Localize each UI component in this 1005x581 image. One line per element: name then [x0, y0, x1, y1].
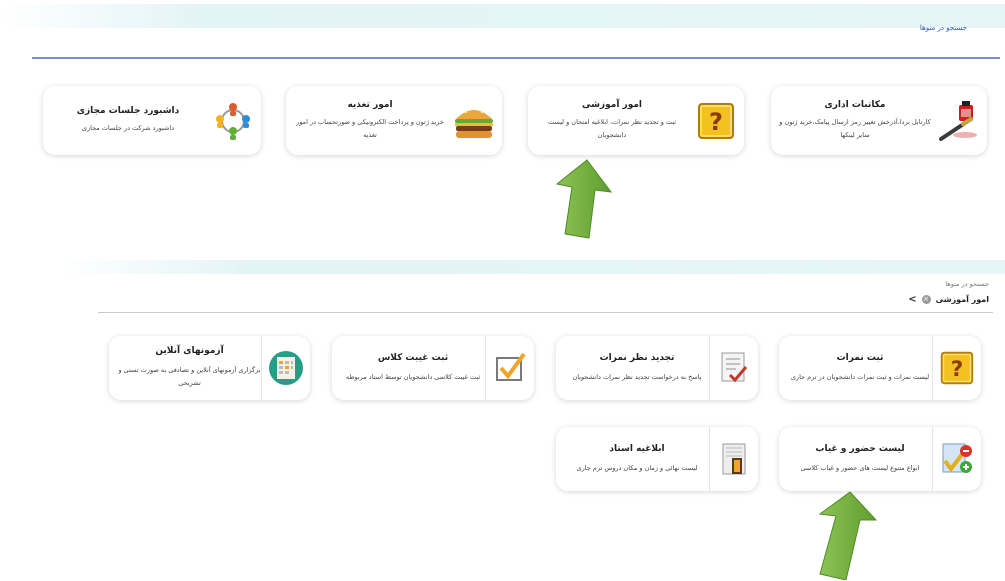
- card-title: ابلاغیه استاد: [609, 443, 665, 454]
- card-description: ثبت غیبت کلاسی دانشجویان توسط استاد مربو…: [345, 372, 481, 381]
- card-grade-entry[interactable]: ? ثبت نمرات لیست نمرات و ثبت نمرات دانشج…: [779, 336, 981, 400]
- people-circle-icon: [205, 86, 261, 155]
- card-description: خرید ژتون و پرداخت الکترونیکی و صورتحساب…: [296, 117, 444, 139]
- top-divider: [32, 57, 1000, 59]
- card-title: تجدید نظر نمرات: [599, 352, 675, 363]
- card-description: لیست نهائی و زمان و مکان دروس ترم جاری: [576, 463, 698, 472]
- card-description: ثبت و تجدید نظر نمرات، ابلاغیه امتحان و …: [547, 117, 677, 139]
- card-description: داشبورد شرکت در جلسات مجازی: [81, 124, 175, 132]
- card-description: کارتابل بردا،آذرخش تغییر رمز ارسال پیامک…: [779, 117, 931, 139]
- breadcrumb-current[interactable]: امور آموزشی: [936, 295, 989, 304]
- top-header-band: [0, 4, 1005, 28]
- green-arrow-pointer: [818, 491, 878, 580]
- card-instructor-notice[interactable]: ابلاغیه استاد لیست نهائی و زمان و مکان د…: [556, 427, 758, 491]
- card-title: امور تغذیه: [347, 99, 393, 110]
- card-nutrition[interactable]: امور تغذیه خرید ژتون و پرداخت الکترونیکی…: [286, 86, 502, 155]
- card-attendance-list[interactable]: لیست حضور و غیاب انواع متنوع لیست های حض…: [779, 427, 981, 491]
- card-description: پاسخ به درخواست تجدید نظر نمرات دانشجویا…: [572, 372, 702, 381]
- card-description: برگزاری آزمونهای آنلاین و تصادفی به صورت…: [118, 366, 261, 387]
- svg-text:?: ?: [709, 108, 723, 136]
- card-office-correspondence[interactable]: مکاتبات اداری کارتابل بردا،آذرخش تغییر ر…: [771, 86, 987, 155]
- card-title: داشبورد جلسات مجازی: [76, 106, 180, 116]
- top-search-link[interactable]: جستجو در منوها: [920, 24, 967, 32]
- question-box-icon: ?: [688, 86, 744, 155]
- green-arrow-pointer: [555, 159, 613, 239]
- calendar-sheet-icon: [261, 336, 310, 400]
- question-box-icon: ?: [932, 336, 981, 400]
- svg-text:?: ?: [951, 357, 964, 382]
- close-circle-icon[interactable]: ×: [921, 295, 931, 304]
- card-title: امور آموزشی: [581, 99, 643, 110]
- bottom-search-link[interactable]: جستجو در منوها: [945, 280, 989, 288]
- door-document-icon: [709, 427, 758, 491]
- card-title: لیست حضور و غیاب: [815, 443, 905, 454]
- attendance-icon: [932, 427, 981, 491]
- card-title: مکاتبات اداری: [824, 99, 886, 110]
- card-virtual-meetings[interactable]: داشبورد جلسات مجازی داشبورد شرکت در جلسا…: [43, 86, 261, 155]
- review-checklist-icon: [709, 336, 758, 400]
- bottom-divider: [98, 312, 993, 313]
- card-class-absence[interactable]: ثبت غیبت کلاس ثبت غیبت کلاسی دانشجویان ت…: [332, 336, 534, 400]
- card-title: ثبت غیبت کلاس: [377, 352, 449, 363]
- card-title: آزمونهای آنلاین: [155, 346, 224, 356]
- breadcrumb: امور آموزشی × >: [908, 294, 989, 305]
- chevron-right-icon[interactable]: >: [908, 294, 916, 305]
- bottom-header-band: [60, 260, 1005, 274]
- card-description: انواع متنوع لیست های حضور و غیاب کلاسی: [800, 463, 920, 472]
- card-title: ثبت نمرات: [836, 352, 884, 363]
- ink-pen-icon: [931, 86, 987, 155]
- card-description: لیست نمرات و ثبت نمرات دانشجویان در ترم …: [790, 372, 930, 381]
- burger-icon: [446, 86, 502, 155]
- card-online-exams[interactable]: آزمونهای آنلاین برگزاری آزمونهای آنلاین …: [109, 336, 310, 400]
- card-educational-affairs[interactable]: ? امور آموزشی ثبت و تجدید نظر نمرات، ابل…: [528, 86, 744, 155]
- checkbox-icon: [485, 336, 534, 400]
- card-grade-review[interactable]: تجدید نظر نمرات پاسخ به درخواست تجدید نظ…: [556, 336, 758, 400]
